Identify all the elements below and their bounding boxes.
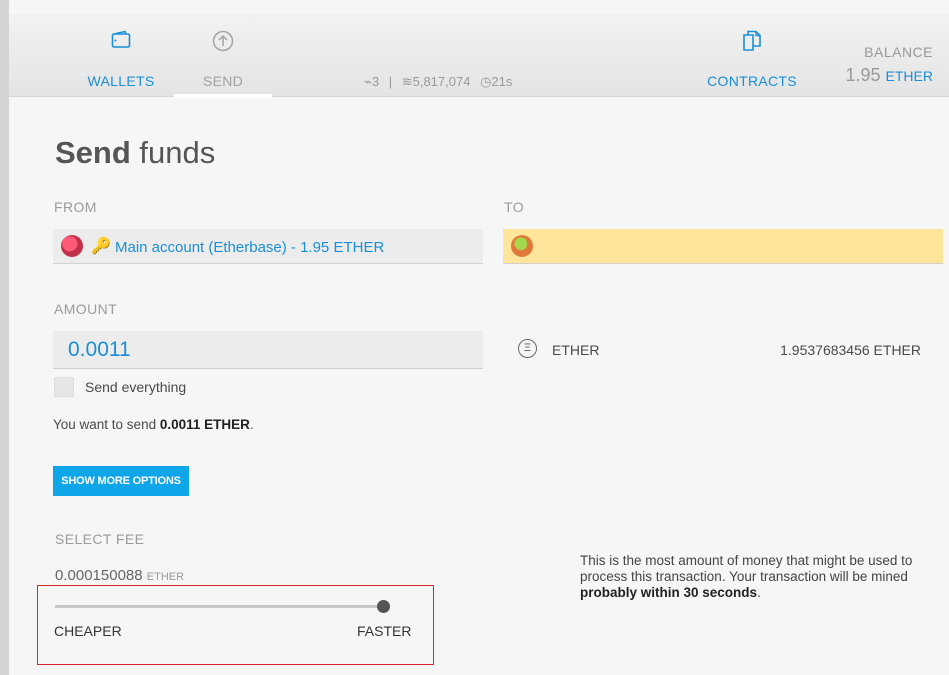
from-account-text: Main account (Etherbase) - 1.95 ETHER [115,239,385,256]
app-window: WALLETS SEND ⌁3 | ≋5,817,074 ◷21s CONTRA… [9,0,949,675]
nav-contracts[interactable]: CONTRACTS [699,14,805,97]
to-address-field[interactable] [503,229,943,264]
send-summary-amount: 0.0011 ETHER [159,417,250,432]
ether-icon[interactable]: Ξ [518,339,537,358]
peers-icon: ⌁ [364,74,372,89]
nav-send-label: SEND [202,73,244,89]
fee-unit: ETHER [146,571,185,583]
recipient-avatar [511,235,533,257]
send-everything-label[interactable]: Send everything [85,379,186,395]
balance-unit: ETHER [885,68,933,84]
page-title-rest: funds [139,135,216,170]
balance-label: BALANCE [864,44,933,60]
show-more-options-button[interactable]: SHOW MORE OPTIONS [53,466,189,496]
account-avatar [61,235,83,257]
currency-balance: 1.9537683456 ETHER [780,342,921,358]
amount-label: AMOUNT [54,301,118,317]
fee-explanation: This is the most amount of money that mi… [580,553,945,601]
balance-value-row: 1.95 ETHER [845,65,933,86]
currency-name[interactable]: ETHER [552,342,599,358]
from-account-select[interactable]: 🔑 Main account (Etherbase) - 1.95 ETHER [53,229,483,264]
send-everything-checkbox[interactable] [54,377,74,397]
contracts-icon [742,30,762,57]
highlight-box [37,585,434,665]
nav-send[interactable]: SEND [174,14,272,98]
fee-value: 0.000150088 [55,567,143,584]
fee-note-bold: probably within 30 seconds [580,585,758,600]
page-title: Send funds [55,135,215,171]
page-title-bold: Send [55,135,131,170]
balance-display: BALANCE 1.95 ETHER [845,44,933,86]
wallet-icon [111,30,131,55]
fee-note-end: . [757,585,761,600]
nav-wallets-label: WALLETS [87,73,155,89]
send-summary-prefix: You want to send [53,417,157,432]
layers-icon: ≋ [401,74,413,89]
fee-value-row: 0.000150088 ETHER [55,567,184,584]
block-time: 21s [491,74,513,89]
fee-note-text: This is the most amount of money that mi… [580,553,913,584]
select-fee-label: SELECT FEE [55,531,145,547]
nav-wallets[interactable]: WALLETS [76,14,166,97]
active-tab-indicator [174,94,272,98]
to-label: TO [504,199,524,215]
nav-contracts-label: CONTRACTS [707,73,797,89]
amount-input[interactable] [68,336,468,364]
block-number: 5,817,074 [412,74,471,89]
key-icon: 🔑 [91,238,111,255]
status-separator: | [388,74,393,89]
send-summary: You want to send 0.0011 ETHER. [53,417,254,432]
balance-value: 1.95 [845,65,881,85]
network-status: ⌁3 | ≋5,817,074 ◷21s [364,74,512,90]
amount-field [53,331,483,369]
top-header: WALLETS SEND ⌁3 | ≋5,817,074 ◷21s CONTRA… [9,14,949,98]
clock-icon: ◷ [480,74,492,89]
upload-arrow-icon [212,30,234,57]
from-label: FROM [54,199,97,215]
peers-count: 3 [371,74,380,89]
send-summary-suffix: . [249,417,254,432]
